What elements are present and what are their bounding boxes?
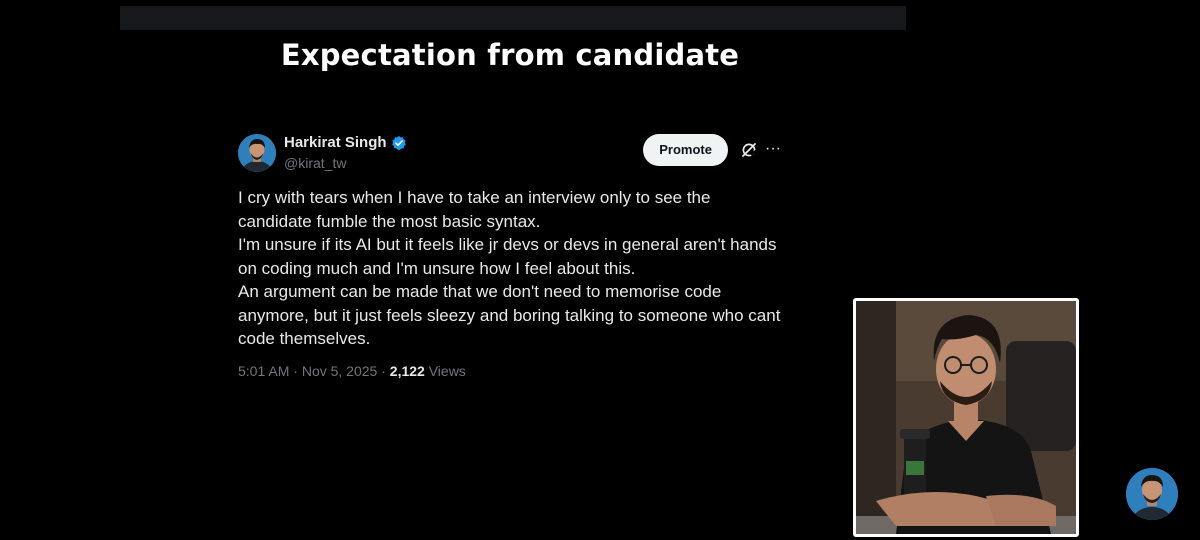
views-count: 2,122: [389, 362, 425, 379]
slide-title: Expectation from candidate: [280, 38, 740, 72]
meta-separator: ·: [381, 362, 386, 379]
author-avatar[interactable]: [238, 134, 276, 172]
tweet-header: Harkirat Singh @kirat_tw Promote ···: [238, 132, 788, 174]
author-name-row[interactable]: Harkirat Singh: [284, 134, 407, 151]
more-icon[interactable]: ···: [764, 140, 782, 158]
tweet-paragraph: An argument can be made that we don't ne…: [238, 282, 781, 348]
tweet-meta: 5:01 AM · Nov 5, 2025 · 2,122 Views: [238, 363, 788, 379]
top-bar: [120, 6, 906, 30]
tweet-paragraph: I'm unsure if its AI but it feels like j…: [238, 235, 777, 278]
tweet-date[interactable]: Nov 5, 2025: [302, 363, 378, 379]
presenter-webcam: [853, 298, 1079, 537]
meta-separator: ·: [293, 362, 298, 379]
tweet-card: Harkirat Singh @kirat_tw Promote ··· I c…: [238, 132, 788, 379]
grok-icon[interactable]: [740, 141, 758, 159]
promote-button[interactable]: Promote: [643, 134, 728, 166]
tweet-time[interactable]: 5:01 AM: [238, 363, 289, 379]
author-name[interactable]: Harkirat Singh: [284, 134, 387, 151]
author-name-block: Harkirat Singh @kirat_tw: [284, 134, 407, 171]
channel-avatar[interactable]: [1126, 468, 1178, 520]
author-handle[interactable]: @kirat_tw: [284, 155, 407, 171]
video-frame: Expectation from candidate Harkirat Sing…: [0, 0, 1200, 540]
tweet-paragraph: I cry with tears when I have to take an …: [238, 188, 711, 231]
verified-badge-icon: [391, 135, 407, 151]
tweet-text: I cry with tears when I have to take an …: [238, 186, 788, 351]
views-label: Views: [428, 362, 466, 379]
